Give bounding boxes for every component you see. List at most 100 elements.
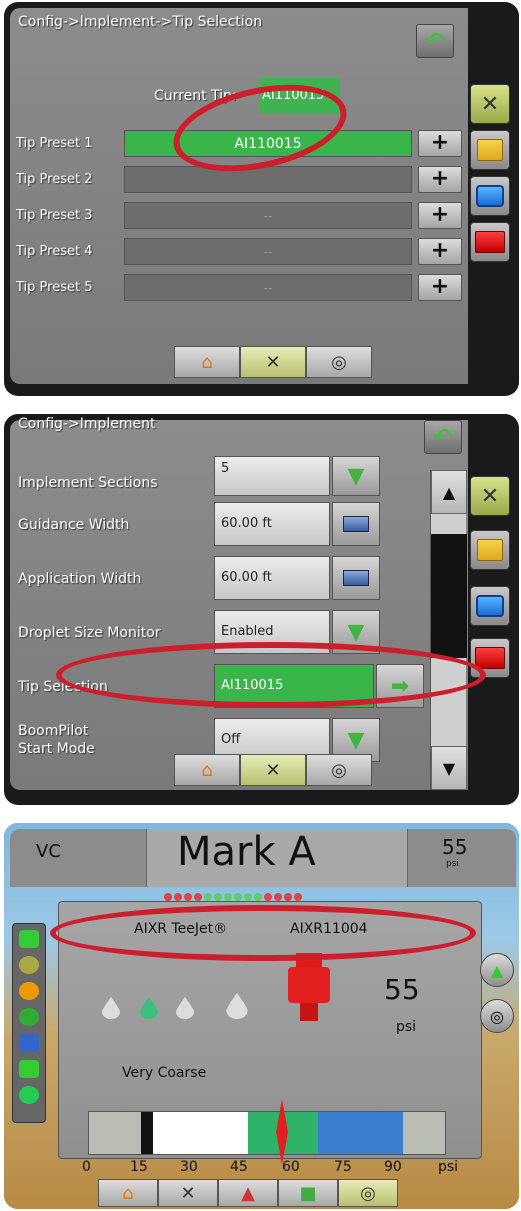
tools-icon: ✕ (265, 351, 281, 373)
section-led (164, 893, 172, 901)
tip-preset-label: Tip Preset 3 (16, 208, 93, 223)
console-side-button[interactable] (470, 176, 510, 216)
gps-button[interactable]: ◎ (480, 999, 514, 1033)
droplet-icon (176, 997, 194, 1019)
add-tip-button[interactable]: + (418, 274, 462, 301)
scale-tick: 45 (230, 1159, 248, 1175)
rate-value: 55 (442, 835, 468, 859)
tab-gps[interactable]: ◎ (338, 1179, 398, 1207)
config-side-button[interactable]: ✕ (470, 84, 510, 124)
scale-tick: psi (438, 1159, 459, 1175)
gps-icon: ◎ (490, 1006, 504, 1026)
back-button[interactable]: ↶ (416, 24, 454, 58)
guidance-panel: VC Mark A 55 psi AIXR TeeJet® AIXR11004 (4, 823, 519, 1209)
add-tip-button[interactable]: + (418, 166, 462, 193)
scale-segment (403, 1112, 445, 1154)
guidance-mode: VC (36, 841, 61, 862)
section-led (254, 893, 262, 901)
tip-preset-row: Tip Preset 5 -- + (16, 274, 464, 302)
scale-segment (317, 1112, 404, 1154)
tools-side-button[interactable] (470, 222, 510, 262)
dropdown-button[interactable]: ▼ (332, 456, 380, 496)
keyboard-button[interactable] (332, 502, 380, 546)
add-tip-button[interactable]: + (418, 238, 462, 265)
setting-value[interactable]: AI110015 (214, 664, 374, 708)
tip-preset-field[interactable]: -- (124, 238, 412, 265)
scroll-down-button[interactable]: ▼ (431, 746, 467, 790)
bottom-tab-bar: ⌂ ✕ ◎ (174, 346, 372, 378)
tab-home[interactable]: ⌂ (98, 1179, 158, 1207)
breadcrumb: Config->Implement->Tip Selection (18, 14, 263, 30)
setting-label: Droplet Size Monitor (18, 625, 161, 641)
setting-value[interactable]: 60.00 ft (214, 502, 330, 546)
tip-selection-panel: Config->Implement->Tip Selection ↶ AI110… (4, 2, 519, 396)
tip-selection-screen: Config->Implement->Tip Selection ↶ AI110… (10, 8, 468, 384)
tab-config[interactable]: ✕ (240, 346, 306, 378)
setting-label: BoomPilot Start Mode (18, 723, 95, 757)
arrow-up-icon: ▲ (490, 960, 504, 980)
droplet-icon (102, 997, 120, 1019)
back-arrow-icon: ↶ (425, 28, 445, 54)
down-arrow-icon: ▼ (347, 463, 365, 489)
scale-segment (89, 1112, 141, 1154)
setting-value[interactable]: Enabled (214, 610, 330, 654)
tab-vehicle-view[interactable]: ▲ (218, 1179, 278, 1207)
toolbox-icon (475, 647, 505, 669)
tip-preset-field[interactable]: -- (124, 202, 412, 229)
add-tip-button[interactable]: + (418, 130, 462, 157)
data-side-button[interactable] (470, 130, 510, 170)
tab-config[interactable]: ✕ (240, 754, 306, 786)
scroll-thumb[interactable] (431, 534, 467, 658)
tab-home[interactable]: ⌂ (174, 754, 240, 786)
section-led (274, 893, 282, 901)
scale-tick: 90 (384, 1159, 402, 1175)
rate-icon (19, 956, 39, 974)
tip-preset-field[interactable]: AI110015 (124, 130, 412, 157)
scale-segment (152, 1112, 249, 1154)
data-side-button[interactable] (470, 530, 510, 570)
current-tip-label: Current Tip: (154, 88, 237, 104)
tip-preset-field[interactable]: -- (124, 274, 412, 301)
boompilot-icon (19, 982, 39, 1000)
tools-side-button[interactable] (470, 638, 510, 678)
tools-icon: ✕ (480, 91, 500, 117)
folder-icon (477, 139, 503, 161)
scale-tick: 15 (130, 1159, 148, 1175)
scroll-up-button[interactable]: ▲ (431, 470, 467, 514)
down-arrow-icon: ▼ (347, 619, 365, 645)
setting-label: Implement Sections (18, 475, 158, 491)
section-led (224, 893, 232, 901)
section-led (264, 893, 272, 901)
boom-icon (19, 930, 39, 948)
keyboard-icon (343, 570, 369, 586)
scrollbar[interactable]: ▲ ▼ (430, 470, 467, 790)
setting-label: Guidance Width (18, 517, 130, 533)
scale-tick: 0 (82, 1159, 91, 1175)
tip-preset-row: Tip Preset 1 AI110015 + (16, 130, 464, 158)
tools-icon: ✕ (480, 483, 500, 509)
tab-gps[interactable]: ◎ (306, 754, 372, 786)
pressure-scale (88, 1111, 446, 1155)
tab-field-view[interactable]: ■ (278, 1179, 338, 1207)
mark-box[interactable]: Mark A (146, 829, 408, 887)
setting-value[interactable]: 60.00 ft (214, 556, 330, 600)
tab-config[interactable]: ✕ (158, 1179, 218, 1207)
tools-icon: ✕ (180, 1182, 196, 1204)
gps-icon: ◎ (331, 759, 347, 781)
enter-button[interactable]: ➡ (376, 664, 424, 708)
status-bar: VC Mark A 55 psi (10, 829, 516, 887)
back-button[interactable]: ↶ (424, 420, 462, 454)
config-side-button[interactable]: ✕ (470, 476, 510, 516)
add-tip-button[interactable]: + (418, 202, 462, 229)
tip-preset-field[interactable] (124, 166, 412, 193)
setting-value[interactable]: 5 (214, 456, 330, 496)
keyboard-button[interactable] (332, 556, 380, 600)
tab-home[interactable]: ⌂ (174, 346, 240, 378)
console-side-button[interactable] (470, 586, 510, 626)
dropdown-button[interactable]: ▼ (332, 610, 380, 654)
section-led (284, 893, 292, 901)
bottom-tab-bar: ⌂ ✕ ◎ (174, 754, 372, 786)
guidance-button[interactable]: ▲ (480, 953, 514, 987)
folder-icon (477, 539, 503, 561)
tab-gps[interactable]: ◎ (306, 346, 372, 378)
